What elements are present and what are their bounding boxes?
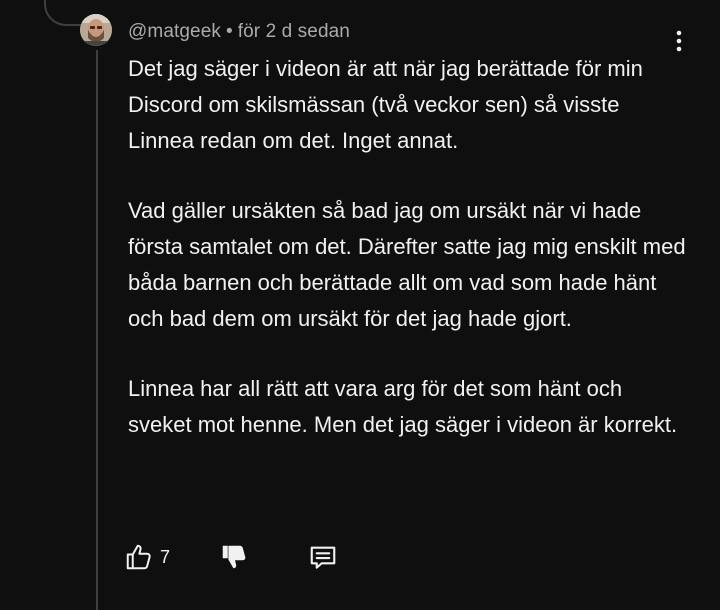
comment-header: @matgeek • för 2 d sedan	[128, 21, 350, 43]
comment-paragraph-1: Det jag säger i videon är att när jag be…	[128, 56, 643, 153]
thumbs-up-icon	[126, 544, 151, 570]
comment-actions: 7	[124, 541, 338, 573]
reply-comment-icon	[310, 546, 336, 569]
reply-button[interactable]	[308, 542, 338, 572]
thread-connector-line	[96, 50, 98, 610]
like-count: 7	[160, 546, 171, 567]
comment-body: Det jag säger i videon är att när jag be…	[128, 51, 688, 443]
like-button[interactable]: 7	[124, 542, 170, 572]
comment-paragraph-2: Vad gäller ursäkten så bad jag om ursäkt…	[128, 198, 686, 331]
author-name[interactable]: @matgeek	[128, 21, 221, 42]
dislike-button[interactable]	[219, 542, 249, 572]
avatar[interactable]	[80, 14, 112, 46]
comment-timestamp[interactable]: för 2 d sedan	[238, 21, 350, 42]
header-separator: •	[225, 21, 233, 42]
avatar-image	[80, 14, 112, 46]
thumbs-down-icon	[222, 545, 246, 569]
comment-paragraph-3: Linnea har all rätt att vara arg för det…	[128, 376, 678, 437]
